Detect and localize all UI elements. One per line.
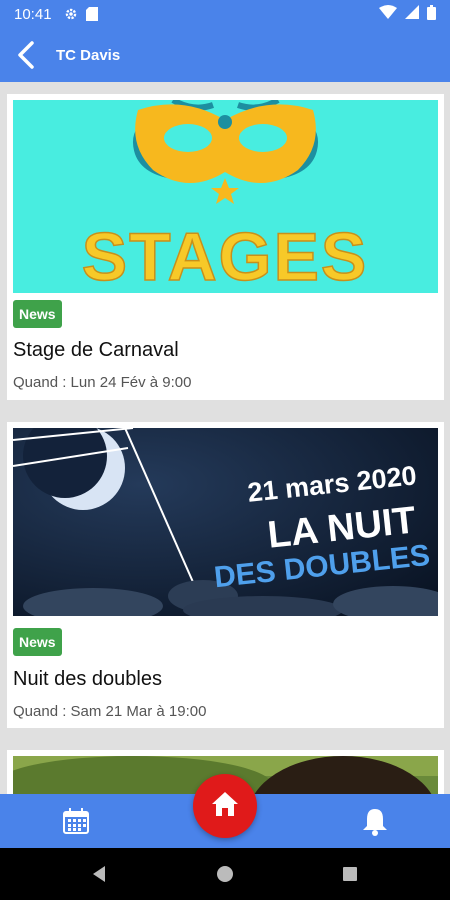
- app-title: TC Davis: [56, 46, 121, 64]
- news-feed[interactable]: STAGES News Stage de Carnaval Quand : Lu…: [0, 82, 450, 794]
- card-image-stages[interactable]: STAGES: [13, 97, 438, 296]
- sim-icon: [85, 7, 98, 21]
- card-title[interactable]: Nuit des doubles: [13, 668, 162, 691]
- home-icon: [211, 791, 239, 822]
- card-image-nuit-des-doubles[interactable]: 21 mars 2020 LA NUIT DES DOUBLES: [12, 414, 450, 624]
- status-bar: 10:41: [0, 0, 450, 28]
- news-card[interactable]: 21 mars 2020 LA NUIT DES DOUBLES News Nu…: [7, 414, 450, 728]
- card-title[interactable]: Stage de Carnaval: [13, 339, 179, 362]
- news-badge: News: [13, 300, 62, 328]
- card-date: Quand : Lun 24 Fév à 9:00: [13, 374, 192, 391]
- nav-home-icon[interactable]: [215, 864, 235, 884]
- back-arrow-icon[interactable]: [12, 41, 40, 69]
- nav-recents-icon[interactable]: [340, 864, 360, 884]
- gear-icon: [64, 7, 78, 21]
- home-button[interactable]: [193, 774, 257, 838]
- calendar-icon[interactable]: [59, 804, 93, 838]
- system-nav-bar: [0, 848, 450, 900]
- stages-image-text: STAGES: [82, 219, 369, 293]
- wifi-icon: [379, 5, 397, 23]
- news-card[interactable]: STAGES News Stage de Carnaval Quand : Lu…: [7, 94, 444, 400]
- card-date: Quand : Sam 21 Mar à 19:00: [13, 703, 207, 720]
- nav-back-icon[interactable]: [89, 864, 109, 884]
- bell-icon[interactable]: [358, 804, 392, 838]
- app-bar: TC Davis: [0, 28, 450, 82]
- signal-icon: [405, 5, 419, 23]
- status-time: 10:41: [14, 5, 52, 23]
- news-badge: News: [13, 628, 62, 656]
- battery-icon: [427, 4, 436, 24]
